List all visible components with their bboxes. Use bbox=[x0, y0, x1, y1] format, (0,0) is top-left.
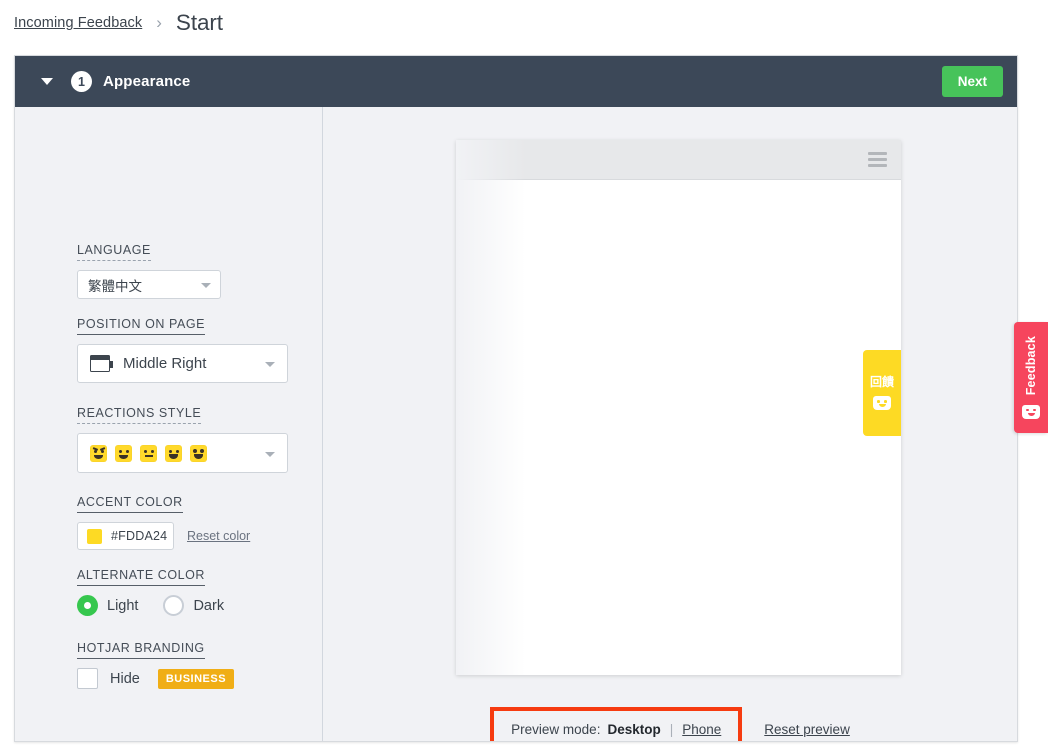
reactions-field-group: REACTIONS STYLE bbox=[77, 404, 288, 473]
alternate-color-field-group: ALTERNATE COLOR Light Dark bbox=[77, 566, 224, 616]
angry-face-emoji bbox=[90, 444, 107, 462]
alternate-color-option-dark[interactable]: Dark bbox=[163, 595, 224, 616]
hide-branding-checkbox[interactable] bbox=[77, 668, 98, 689]
position-label: POSITION ON PAGE bbox=[77, 317, 206, 335]
caret-down-icon[interactable] bbox=[41, 78, 53, 85]
reset-color-link[interactable]: Reset color bbox=[187, 529, 250, 543]
preview-mode-phone[interactable]: Phone bbox=[682, 722, 721, 737]
position-select[interactable]: Middle Right bbox=[77, 344, 288, 383]
neutral-face-emoji bbox=[140, 444, 157, 462]
preview-mode-divider: | bbox=[669, 722, 674, 737]
preview-mode-desktop[interactable]: Desktop bbox=[607, 722, 660, 737]
hide-branding-label: Hide bbox=[110, 670, 140, 687]
hamburger-menu-icon[interactable] bbox=[868, 152, 887, 167]
reactions-label: REACTIONS STYLE bbox=[77, 406, 202, 424]
hotjar-branding-field-group: HOTJAR BRANDING Hide BUSINESS bbox=[77, 639, 235, 689]
accent-color-swatch[interactable] bbox=[87, 528, 102, 544]
card-header-title: Appearance bbox=[103, 73, 191, 90]
radio-light-label: Light bbox=[107, 597, 139, 614]
side-feedback-label: Feedback bbox=[1024, 336, 1038, 396]
alternate-color-option-light[interactable]: Light bbox=[77, 595, 138, 616]
chevron-down-icon bbox=[201, 283, 211, 288]
business-plan-badge[interactable]: BUSINESS bbox=[157, 668, 235, 689]
preview-mode-label: Preview mode: bbox=[511, 722, 601, 737]
side-feedback-tab[interactable]: Feedback bbox=[1014, 322, 1048, 433]
card-body: LANGUAGE 繁體中文 POSITION ON PAGE Middle Ri… bbox=[15, 107, 1017, 741]
preview-controls: Preview mode: Desktop | Phone Reset prev… bbox=[323, 707, 1017, 741]
preview-mode-toggle: Preview mode: Desktop | Phone bbox=[490, 707, 743, 741]
smiley-face-icon bbox=[873, 396, 891, 411]
smiley-face-icon bbox=[1022, 404, 1040, 419]
alternate-color-label: ALTERNATE COLOR bbox=[77, 568, 205, 586]
frowning-face-emoji bbox=[115, 444, 132, 462]
feedback-widget-preview-label: 回饋 bbox=[869, 374, 894, 389]
alternate-color-row: Light Dark bbox=[77, 595, 224, 616]
smiling-face-emoji bbox=[165, 444, 182, 462]
accent-color-row: #FDDA24 Reset color bbox=[77, 522, 250, 550]
language-select[interactable]: 繁體中文 bbox=[77, 270, 221, 299]
page-title: Start bbox=[175, 10, 223, 35]
settings-panel: LANGUAGE 繁體中文 POSITION ON PAGE Middle Ri… bbox=[15, 107, 323, 741]
reset-preview-link[interactable]: Reset preview bbox=[764, 722, 850, 737]
chevron-down-icon bbox=[265, 362, 275, 367]
appearance-step-card: 1 Appearance Next LANGUAGE 繁體中文 POSITION… bbox=[14, 55, 1018, 742]
preview-page-topbar bbox=[456, 140, 901, 180]
accent-color-value: #FDDA24 bbox=[111, 529, 168, 543]
feedback-widget-preview-tab[interactable]: 回饋 bbox=[863, 350, 901, 436]
language-select-value: 繁體中文 bbox=[88, 278, 142, 294]
language-label: LANGUAGE bbox=[77, 243, 151, 261]
preview-panel: 回饋 Preview mode: Desktop | Phone Reset p… bbox=[323, 107, 1017, 741]
card-header: 1 Appearance Next bbox=[15, 56, 1017, 107]
language-field-group: LANGUAGE 繁體中文 bbox=[77, 241, 221, 299]
radio-light-icon[interactable] bbox=[77, 595, 98, 616]
breadcrumb: Incoming Feedback › Start bbox=[14, 0, 223, 46]
hotjar-branding-label: HOTJAR BRANDING bbox=[77, 641, 205, 659]
position-select-value: Middle Right bbox=[123, 355, 207, 372]
next-button[interactable]: Next bbox=[941, 66, 1003, 97]
step-number-badge: 1 bbox=[71, 71, 92, 92]
breadcrumb-separator-icon: › bbox=[156, 12, 162, 32]
radio-dark-label: Dark bbox=[193, 597, 225, 614]
accent-color-field-group: ACCENT COLOR #FDDA24 Reset color bbox=[77, 493, 250, 550]
hotjar-branding-row: Hide BUSINESS bbox=[77, 668, 235, 689]
position-field-group: POSITION ON PAGE Middle Right bbox=[77, 315, 288, 383]
reactions-style-select[interactable] bbox=[77, 433, 288, 473]
breadcrumb-link-incoming-feedback[interactable]: Incoming Feedback bbox=[14, 15, 142, 31]
radio-dark-icon[interactable] bbox=[163, 595, 185, 616]
preview-stage: 回饋 bbox=[456, 140, 901, 675]
accent-color-input[interactable]: #FDDA24 bbox=[77, 522, 174, 550]
browser-window-middle-right-icon bbox=[90, 355, 113, 372]
heart-eyes-face-emoji bbox=[190, 444, 207, 462]
accent-color-label: ACCENT COLOR bbox=[77, 495, 183, 513]
chevron-down-icon bbox=[265, 452, 275, 457]
